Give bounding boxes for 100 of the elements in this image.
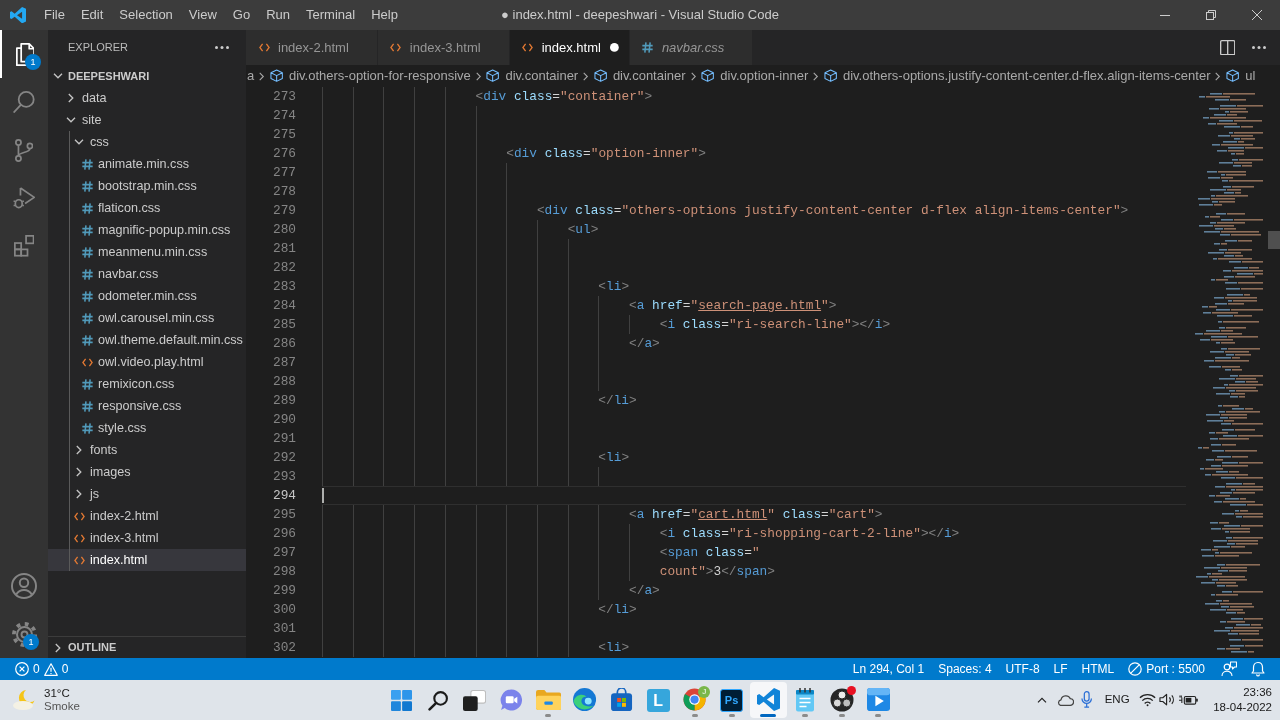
tree-item[interactable]: index-3.html bbox=[48, 527, 246, 549]
breadcrumb-item[interactable]: div.container bbox=[486, 66, 579, 86]
tree-item[interactable]: remixicon.css bbox=[48, 373, 246, 395]
notification-badge: 1 bbox=[23, 634, 39, 650]
line-number: 281 bbox=[271, 240, 296, 258]
status-item[interactable]: Spaces: 4 bbox=[931, 658, 999, 680]
editor-tab[interactable]: index-3.html bbox=[377, 30, 510, 65]
line-number: 273 bbox=[271, 88, 296, 106]
hash-icon bbox=[81, 224, 93, 236]
clock[interactable]: 23:36 18-04-2022 bbox=[1213, 685, 1272, 715]
hash-icon bbox=[81, 400, 93, 412]
tree-item[interactable]: style.css bbox=[48, 417, 246, 439]
profile-badge: J bbox=[698, 686, 711, 698]
hash-icon bbox=[81, 378, 93, 390]
breadcrumb-item[interactable]: div.others-option-for-responsive bbox=[269, 66, 471, 86]
warning-icon bbox=[43, 662, 58, 676]
line-number: 275 bbox=[271, 126, 296, 144]
hash-icon bbox=[81, 290, 93, 302]
line-number: 297 bbox=[271, 544, 296, 562]
tree-item[interactable]: index.html bbox=[48, 549, 246, 571]
tree-item[interactable]: navbar.css bbox=[48, 263, 246, 285]
editor-tab[interactable]: navbar.css bbox=[629, 30, 754, 65]
scrollbar-thumb[interactable] bbox=[1268, 231, 1280, 249]
three-circle-logo-icon bbox=[829, 688, 854, 712]
menu-item[interactable]: Edit bbox=[72, 4, 112, 26]
hash-icon bbox=[81, 334, 93, 346]
menu-item[interactable]: File bbox=[36, 4, 73, 26]
more-icon[interactable] bbox=[215, 46, 229, 49]
speaker-icon[interactable] bbox=[1159, 693, 1176, 707]
app-logo: Ps bbox=[720, 688, 744, 712]
tree-item[interactable]: flaticon.css bbox=[48, 197, 246, 219]
restore-icon bbox=[1206, 10, 1216, 20]
weather-widget[interactable]: 31°C Smoke bbox=[12, 687, 80, 713]
window-title: ● index.html - deepeshwari - Visual Studio Code bbox=[501, 6, 779, 25]
tree-item[interactable]: animate.min.css bbox=[48, 153, 246, 175]
microphone-icon[interactable] bbox=[1081, 691, 1093, 709]
settings-button[interactable]: 1 bbox=[0, 610, 48, 658]
line-number: 290 bbox=[271, 411, 296, 429]
tree-item[interactable]: index-2.html bbox=[48, 505, 246, 527]
status-item[interactable]: HTML bbox=[1074, 658, 1122, 680]
tree-item[interactable]: owl.carousel.min.css bbox=[48, 307, 246, 329]
line-number: 287 bbox=[271, 354, 296, 372]
language-indicator[interactable]: ENG bbox=[1097, 691, 1138, 709]
taskbar-button[interactable]: Ps bbox=[713, 682, 750, 718]
status-item[interactable]: LF bbox=[1046, 658, 1075, 680]
line-number: 295 bbox=[271, 506, 296, 524]
tree-item[interactable]: images bbox=[48, 461, 246, 483]
hash-icon bbox=[81, 422, 93, 434]
caret-up-icon[interactable] bbox=[1037, 697, 1048, 703]
menu-item[interactable]: Terminal bbox=[298, 4, 364, 26]
breadcrumb-item[interactable]: ul bbox=[1225, 66, 1256, 86]
code-brackets-icon bbox=[522, 43, 534, 52]
hash-icon bbox=[81, 158, 93, 170]
code-line: <span class=" bbox=[659, 544, 760, 562]
tree-item[interactable]: site bbox=[48, 109, 246, 131]
folder-icon bbox=[535, 690, 561, 710]
menu-item[interactable]: Selection bbox=[111, 4, 181, 26]
tree-item[interactable]: magnific-popup.min.css bbox=[48, 219, 246, 241]
folder-header[interactable]: DEEPESHWARI bbox=[48, 65, 246, 87]
breadcrumb-item[interactable]: div.others-options.justify-content-center.d-flex.align-items-center bbox=[823, 66, 1211, 86]
battery-charging-icon[interactable] bbox=[1178, 694, 1198, 706]
line-number: 296 bbox=[271, 525, 296, 543]
editor-tab[interactable]: index-2.html bbox=[246, 30, 378, 65]
tree-item[interactable]: responsive.css bbox=[48, 395, 246, 417]
tree-item[interactable]: meanmenu.min.css bbox=[48, 241, 246, 263]
tree-item[interactable]: data bbox=[48, 87, 246, 109]
tree-item[interactable]: owl.video.play.html bbox=[48, 351, 246, 373]
code-line: <i class="ri-shopping-cart-2-line"></i> bbox=[659, 525, 960, 543]
editor-tab[interactable]: index.html bbox=[509, 30, 630, 65]
tree-item[interactable]: css bbox=[48, 131, 246, 153]
breadcrumb-item[interactable]: div.container bbox=[593, 66, 686, 86]
problems-button[interactable]: 0 0 bbox=[9, 658, 75, 680]
tree-item[interactable]: js bbox=[48, 483, 246, 505]
menu-item[interactable]: Help bbox=[363, 4, 406, 26]
tree-item[interactable]: bootstrap.min.css bbox=[48, 175, 246, 197]
status-item[interactable]: Ln 294, Col 1 bbox=[845, 658, 932, 680]
code-brackets-icon bbox=[73, 555, 85, 565]
cube-icon bbox=[269, 69, 283, 83]
split-editor-icon[interactable] bbox=[1219, 39, 1235, 56]
hash-icon bbox=[81, 312, 93, 324]
feedback-icon[interactable] bbox=[1221, 661, 1237, 677]
breadcrumb-item[interactable]: div.option-inner bbox=[701, 66, 809, 86]
breadcrumb-item[interactable]: a bbox=[247, 66, 255, 86]
menu-item[interactable]: View bbox=[180, 4, 225, 26]
more-icon[interactable] bbox=[1252, 46, 1266, 49]
port-button[interactable]: Port : 5500 bbox=[1121, 658, 1212, 680]
menu-item[interactable]: Run bbox=[258, 4, 298, 26]
chevron-right-icon bbox=[583, 71, 589, 81]
menu-item[interactable]: Go bbox=[224, 4, 259, 26]
bell-icon[interactable] bbox=[1251, 661, 1265, 677]
error-icon bbox=[15, 662, 29, 676]
line-number: 282 bbox=[271, 259, 296, 277]
tree-item[interactable]: owl.theme.default.min.css bbox=[48, 329, 246, 351]
cloud-icon[interactable] bbox=[1056, 694, 1075, 706]
code-brackets-icon bbox=[81, 357, 93, 367]
tree-item[interactable]: odometer.min.css bbox=[48, 285, 246, 307]
line-number: 288 bbox=[271, 373, 296, 391]
status-item[interactable]: UTF-8 bbox=[998, 658, 1047, 680]
tree-item[interactable]: fonts bbox=[48, 439, 246, 461]
wifi-icon[interactable] bbox=[1138, 693, 1156, 707]
